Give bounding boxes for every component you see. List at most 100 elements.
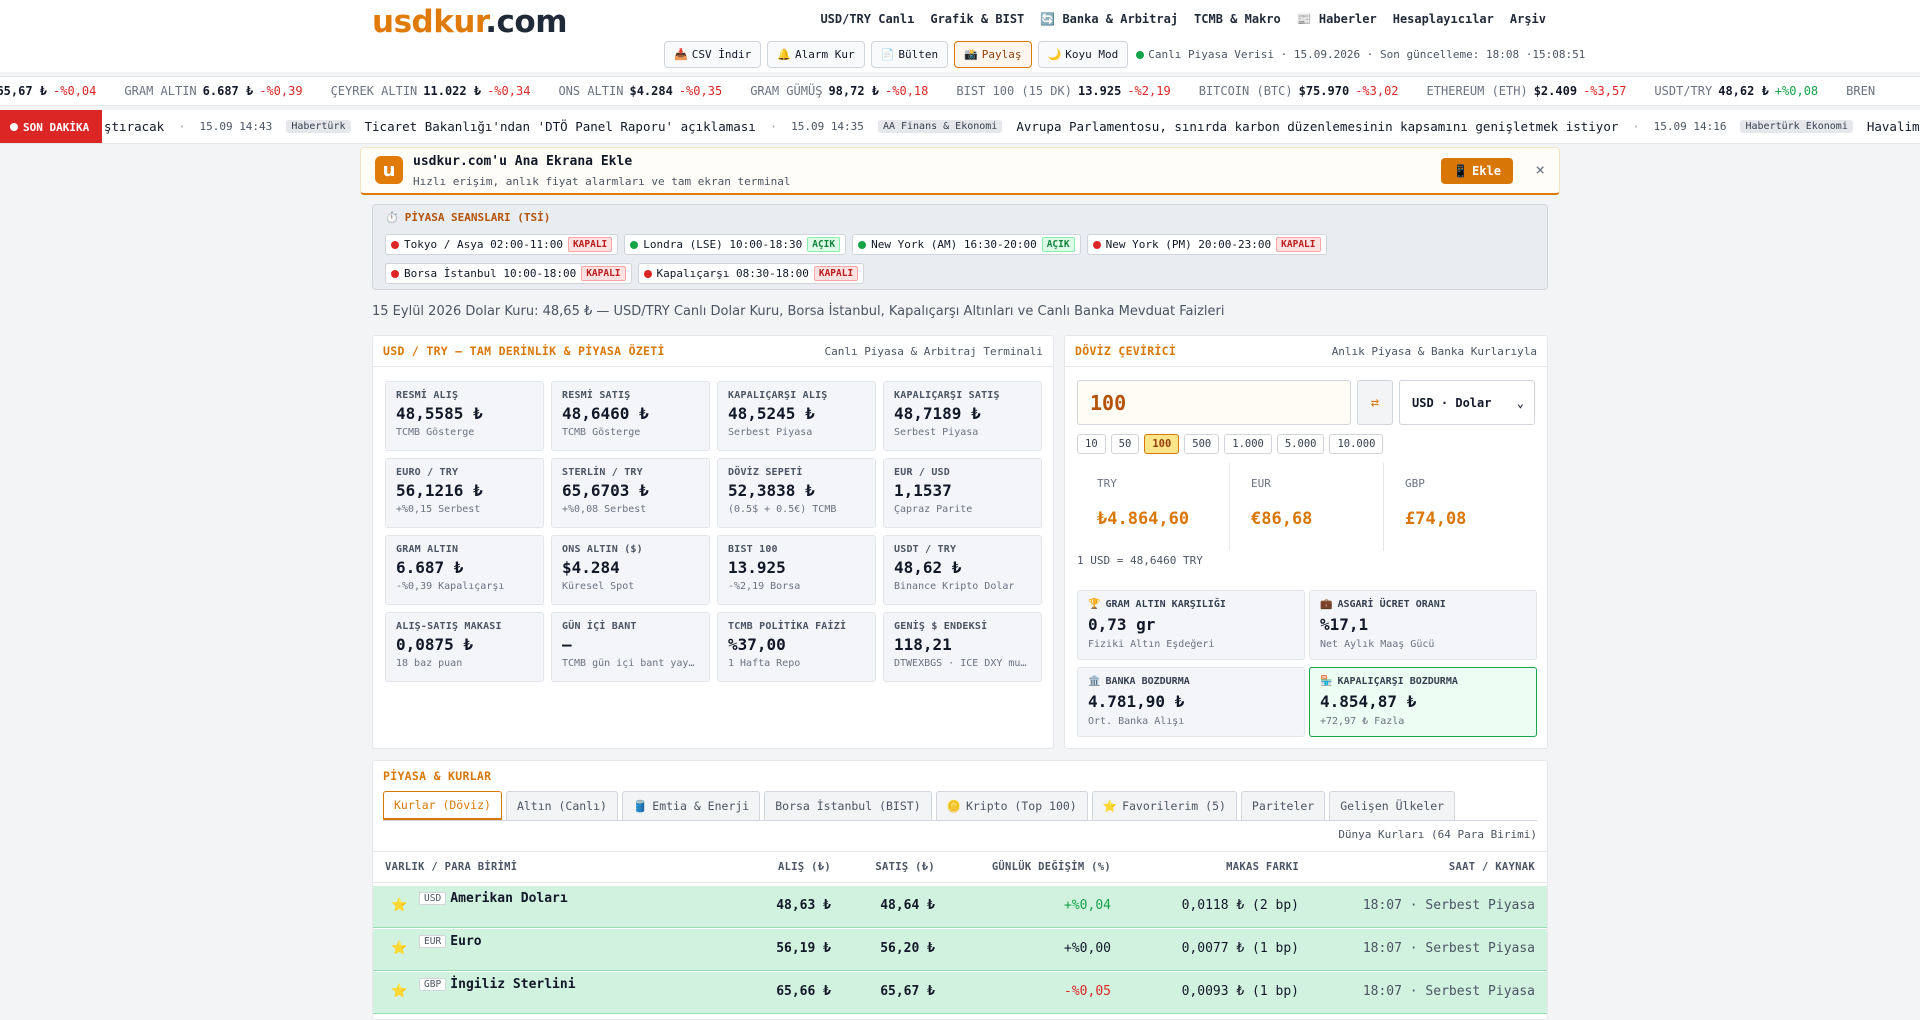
news-headline[interactable]: Havalimanlarında xyxy=(1867,119,1920,134)
market-tab[interactable]: 🪙 Kripto (Top 100) xyxy=(935,791,1088,820)
ticker-item[interactable]: BIST 100 (15 DK) 13.925 -%2,19 xyxy=(956,84,1170,98)
summary-value: %37,00 xyxy=(728,635,786,654)
quick-amount-button[interactable]: 50 xyxy=(1110,434,1140,454)
summary-card: GÜN İÇİ BANT — TCMB gün içi bant yayın… xyxy=(551,612,710,682)
star-icon[interactable]: ⭐ xyxy=(391,941,407,956)
ticker-value: 48,62 ₺ xyxy=(1718,84,1769,98)
spread: 0,0118 ₺ (2 bp) xyxy=(1181,898,1299,913)
add-to-home-button[interactable]: 📱 Ekle xyxy=(1441,158,1513,184)
nav-link[interactable]: USD/TRY Canlı xyxy=(820,12,914,26)
converter-card: 🏛️ BANKA BOZDURMA 4.781,90 ₺ Ort. Banka Alı… xyxy=(1077,667,1305,737)
quick-amount-button[interactable]: 100 xyxy=(1144,434,1180,454)
site-logo[interactable]: usdkur.com xyxy=(372,4,568,40)
quick-amount-button[interactable]: 10.000 xyxy=(1329,434,1384,454)
tab-icon: ⭐ xyxy=(1102,799,1118,813)
ticker-name: BREN xyxy=(1846,84,1876,98)
ticker-item[interactable]: ONS ALTIN $4.284 -%0,35 xyxy=(558,84,722,98)
ticker-value: $4.284 xyxy=(629,84,673,98)
market-tab[interactable]: ⭐ Favorilerim (5) xyxy=(1091,791,1237,820)
sell-price: 48,64 ₺ xyxy=(880,898,935,913)
market-tab[interactable]: Kurlar (Döviz) xyxy=(383,791,502,820)
nav-link[interactable]: Arşiv xyxy=(1510,12,1546,26)
nav-link[interactable]: 📰 Haberler xyxy=(1297,12,1377,26)
news-headline[interactable]: Ticaret Bakanlığı'ndan 'DTÖ Panel Raporu… xyxy=(365,119,756,134)
news-headline[interactable]: ştıracak xyxy=(104,119,164,134)
card-value: 4.854,87 ₺ xyxy=(1320,692,1417,711)
nav-link[interactable]: Grafik & BIST xyxy=(930,12,1024,26)
usdtry-summary-panel: USD / TRY — TAM DERİNLİK & PİYASA ÖZETİ … xyxy=(372,335,1054,749)
market-tab[interactable]: Borsa İstanbul (BIST) xyxy=(764,791,932,820)
ticker-item[interactable]: ETHEREUM (ETH) $2.409 -%3,57 xyxy=(1427,84,1627,98)
ticker-change: -%0,34 xyxy=(487,84,531,98)
summary-sub: -%2,19 Borsa xyxy=(728,581,801,592)
ticker-item[interactable]: BREN xyxy=(1846,84,1887,98)
table-row[interactable]: ⭐ EUR Euro EUR 56,19 ₺ 56,20 ₺ +%0,00 0,0077 ₺… xyxy=(373,929,1547,971)
summary-label: RESMİ SATIŞ xyxy=(562,390,631,401)
card-label: 🏛️ BANKA BOZDURMA xyxy=(1088,676,1190,687)
ticker-item[interactable]: GRAM GÜMÜŞ 98,72 ₺ -%0,18 xyxy=(750,84,928,98)
sell-price: 65,67 ₺ xyxy=(880,984,935,999)
news-time: 15.09 14:35 xyxy=(791,120,864,133)
summary-card: ONS ALTIN ($) $4.284 Küresel Spot xyxy=(551,535,710,605)
nav-link[interactable]: TCMB & Makro xyxy=(1194,12,1281,26)
toolbar-button-3[interactable]: 📸 Paylaş xyxy=(954,41,1032,68)
ticker-item[interactable]: GRAM ALTIN 6.687 ₺ -%0,39 xyxy=(124,84,302,98)
summary-value: 6.687 ₺ xyxy=(396,558,464,577)
session-item: New York (PM) 20:00-23:00 KAPALI xyxy=(1086,234,1327,255)
toolbar-button-1[interactable]: 🔔 Alarm Kur xyxy=(767,41,865,68)
star-icon[interactable]: ⭐ xyxy=(391,898,407,913)
ticker-item[interactable]: RY65,67 ₺-%0,04 xyxy=(0,84,96,98)
news-headline[interactable]: Avrupa Parlamentosu, sınırda karbon düze… xyxy=(1016,119,1618,134)
nav-link[interactable]: 🔄 Banka & Arbitraj xyxy=(1040,12,1178,26)
news-source-badge: AA Finans & Ekonomi xyxy=(877,120,1003,133)
quick-amount-button[interactable]: 10 xyxy=(1077,434,1106,454)
currency-converter-panel: DÖVİZ ÇEVİRİCİ Anlık Piyasa & Banka Kurl… xyxy=(1064,335,1548,749)
world-currency-count: Dünya Kurları (64 Para Birimi) xyxy=(1338,828,1537,841)
toolbar-button-4[interactable]: 🌙 Koyu Mod xyxy=(1037,41,1129,68)
session-item: Londra (LSE) 10:00-18:30 AÇIK xyxy=(624,234,847,255)
summary-label: EUR / USD xyxy=(894,467,950,478)
currency-select[interactable]: USD · Dolar ⌄ xyxy=(1399,380,1535,425)
market-tab[interactable]: Gelişen Ülkeler xyxy=(1329,791,1456,820)
ticker-name: GRAM ALTIN xyxy=(124,84,197,98)
card-label: 🏪 KAPALIÇARŞI BOZDURMA xyxy=(1320,676,1458,687)
summary-sub: +%0,15 Serbest xyxy=(396,504,481,515)
market-tab[interactable]: 🛢️ Emtia & Enerji xyxy=(621,791,761,820)
session-item: Tokyo / Asya 02:00-11:00 KAPALI xyxy=(385,234,619,255)
summary-value: 48,7189 ₺ xyxy=(894,404,981,423)
session-label: Londra (LSE) 10:00-18:30 xyxy=(643,238,803,251)
toolbar-label: Alarm Kur xyxy=(795,48,855,61)
close-icon[interactable]: × xyxy=(1535,160,1545,179)
summary-sub: Serbest Piyasa xyxy=(894,427,979,438)
ticker-name: ÇEYREK ALTIN xyxy=(330,84,418,98)
ticker-item[interactable]: BITCOIN (BTC) $75.970 -%3,02 xyxy=(1199,84,1399,98)
quick-amount-button[interactable]: 500 xyxy=(1184,434,1220,454)
table-row[interactable]: ⭐ USD Amerikan Doları USD 48,63 ₺ 48,64 ₺ +%0… xyxy=(373,886,1547,928)
card-sub: Net Aylık Maaş Gücü xyxy=(1320,639,1435,650)
card-icon: 🏆 xyxy=(1088,599,1101,610)
market-sessions: ⏱️ PİYASA SEANSLARI (TSİ) Tokyo / Asya 0… xyxy=(372,204,1548,290)
toolbar-button-2[interactable]: 📄 Bülten xyxy=(870,41,949,68)
quick-amount-button[interactable]: 5.000 xyxy=(1276,434,1325,454)
toolbar-icon: 📥 xyxy=(674,48,688,61)
toolbar: 📥 CSV İndir 🔔 Alarm Kur 📄 Bülten 📸 Paylaş 🌙 Koyu … xyxy=(664,41,1585,68)
card-value: 0,73 gr xyxy=(1088,615,1156,634)
panel-subtitle: Anlık Piyasa & Banka Kurlarıyla xyxy=(1331,345,1537,358)
session-label: New York (PM) 20:00-23:00 xyxy=(1105,238,1272,251)
table-row[interactable]: ⭐ GBP İngiliz Sterlini GBP 65,66 ₺ 65,67 ₺ -%… xyxy=(373,972,1547,1014)
toolbar-button-0[interactable]: 📥 CSV İndir xyxy=(664,41,762,68)
ticker-value: 11.022 ₺ xyxy=(423,84,482,98)
summary-label: EURO / TRY xyxy=(396,467,459,478)
quick-amount-button[interactable]: 1.000 xyxy=(1224,434,1272,454)
swap-icon[interactable]: ⇄ xyxy=(1357,380,1393,425)
converter-card: 💼 ASGARİ ÜCRET ORANI %17,1 Net Aylık Maaş G… xyxy=(1309,590,1537,660)
amount-input[interactable]: 100 xyxy=(1077,380,1351,425)
market-tab[interactable]: Altın (Canlı) xyxy=(505,791,618,820)
market-tab[interactable]: Pariteler xyxy=(1240,791,1326,820)
nav-link[interactable]: Hesaplayıcılar xyxy=(1393,12,1494,26)
ticker-item[interactable]: ÇEYREK ALTIN 11.022 ₺ -%0,34 xyxy=(331,84,531,98)
ticker-item[interactable]: USDT/TRY 48,62 ₺ +%0,08 xyxy=(1654,84,1818,98)
star-icon[interactable]: ⭐ xyxy=(391,984,407,999)
daily-change: +%0,00 xyxy=(1064,941,1111,956)
summary-label: RESMİ ALIŞ xyxy=(396,390,459,401)
